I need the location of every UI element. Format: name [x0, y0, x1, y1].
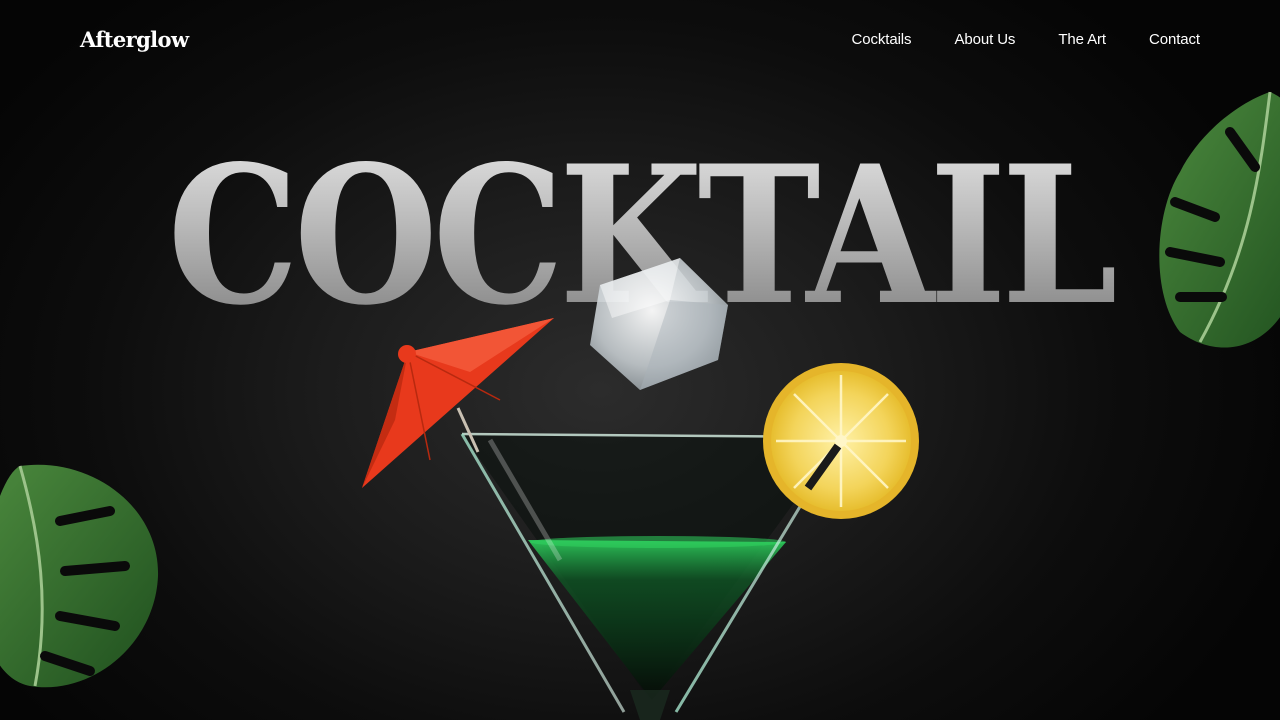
nav-item-the-art[interactable]: The Art	[1058, 31, 1106, 48]
cocktail-scene	[0, 91, 1280, 720]
main-nav: Cocktails About Us The Art Contact	[808, 31, 1200, 48]
monstera-leaf-icon	[1159, 91, 1280, 348]
lemon-slice-icon	[763, 363, 919, 519]
monstera-leaf-icon	[0, 464, 159, 688]
hero-title: COCKTAIL	[168, 124, 1121, 347]
nav-item-cocktails[interactable]: Cocktails	[851, 31, 911, 48]
landing-page: Afterglow Cocktails About Us The Art Con…	[0, 0, 1280, 720]
nav-item-contact[interactable]: Contact	[1149, 31, 1200, 48]
nav-item-about-us[interactable]: About Us	[954, 31, 1015, 48]
hero-title-text: COCKTAIL	[168, 124, 1115, 347]
brand-logo[interactable]: Afterglow	[80, 27, 189, 52]
martini-glass-icon	[460, 432, 844, 720]
